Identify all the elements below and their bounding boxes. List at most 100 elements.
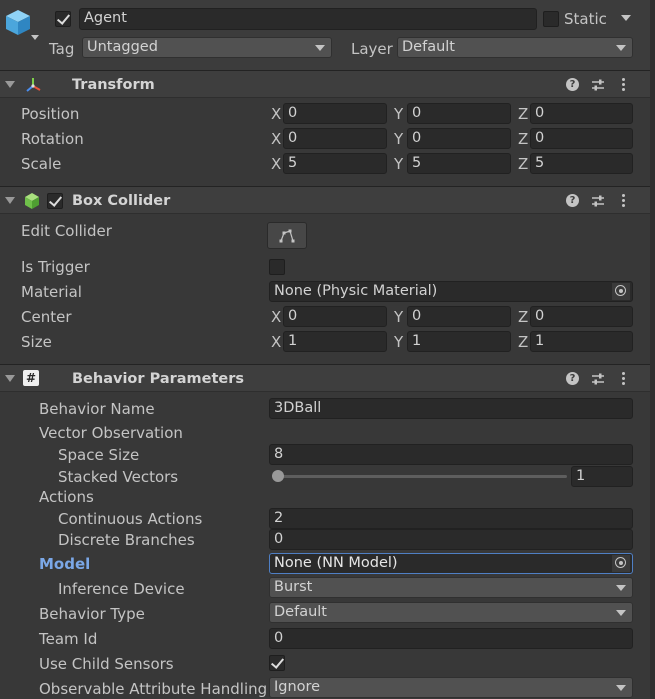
axis-z-label: Z [518,308,529,326]
static-label: Static [564,10,607,28]
box-collider-header[interactable]: Box Collider ? [0,186,655,214]
size-x-field[interactable]: 1 [283,331,387,352]
team-id-label: Team Id [39,630,98,648]
model-value: None (NN Model) [274,555,398,571]
position-x-value: 0 [288,105,298,121]
axis-x-label: X [271,333,282,351]
stacked-vectors-field[interactable]: 1 [571,466,633,487]
box-collider-enabled-checkbox[interactable] [47,193,63,209]
scale-y-field[interactable]: 5 [407,153,511,174]
team-id-field[interactable]: 0 [269,628,633,649]
box-collider-icon [25,193,39,209]
observable-attribute-value: Ignore [274,679,321,695]
rotation-x-field[interactable]: 0 [283,128,387,149]
center-z-value: 0 [535,308,545,324]
stacked-vectors-slider[interactable] [272,466,567,486]
behavior-parameters-header[interactable]: # Behavior Parameters ? [0,364,655,392]
actions-label: Actions [39,488,94,506]
center-label: Center [21,308,72,326]
rotation-y-field[interactable]: 0 [407,128,511,149]
vector-observation-label: Vector Observation [39,424,183,442]
static-checkbox[interactable] [543,11,559,27]
material-field[interactable]: None (Physic Material) [269,281,633,302]
help-icon[interactable]: ? [566,372,579,385]
behavior-type-value: Default [274,604,327,620]
transform-axes-icon [26,78,41,92]
axis-x-label: X [271,308,282,326]
continuous-actions-field[interactable]: 2 [269,508,633,529]
active-checkbox[interactable] [55,11,71,27]
size-y-value: 1 [412,333,422,349]
axis-x-label: X [271,105,282,123]
kebab-menu-icon[interactable] [622,372,625,387]
inference-device-dropdown[interactable]: Burst [269,577,633,598]
position-z-field[interactable]: 0 [530,103,633,124]
foldout-arrow-icon[interactable] [5,81,15,88]
position-y-field[interactable]: 0 [407,103,511,124]
layer-dropdown[interactable]: Default [397,37,633,58]
kebab-menu-icon[interactable] [622,194,625,209]
model-field[interactable]: None (NN Model) [269,553,633,574]
size-x-value: 1 [288,333,298,349]
center-x-value: 0 [288,308,298,324]
space-size-field[interactable]: 8 [269,444,633,465]
axis-z-label: Z [518,333,529,351]
slider-thumb[interactable] [272,470,284,482]
use-child-sensors-checkbox[interactable] [269,655,285,671]
scale-label: Scale [21,155,62,173]
is-trigger-checkbox[interactable] [269,259,285,275]
scale-z-field[interactable]: 5 [530,153,633,174]
use-child-sensors-label: Use Child Sensors [39,655,174,673]
presets-icon[interactable] [591,194,605,208]
model-label: Model [39,555,91,573]
team-id-value: 0 [274,630,284,646]
position-x-field[interactable]: 0 [283,103,387,124]
center-y-field[interactable]: 0 [407,306,511,327]
scale-x-field[interactable]: 5 [283,153,387,174]
script-hash-icon: # [23,370,39,386]
size-y-field[interactable]: 1 [407,331,511,352]
observable-attribute-dropdown[interactable]: Ignore [269,677,633,698]
behavior-type-dropdown[interactable]: Default [269,602,633,623]
transform-title: Transform [72,77,155,93]
behavior-parameters-title: Behavior Parameters [72,371,245,387]
icon-dropdown-arrow[interactable] [31,35,39,40]
rotation-z-field[interactable]: 0 [530,128,633,149]
gameobject-header: Agent Static Tag Untagged Layer Default [0,0,655,70]
size-z-field[interactable]: 1 [530,331,633,352]
discrete-branches-value: 0 [274,531,284,547]
presets-icon[interactable] [591,78,605,92]
material-value: None (Physic Material) [274,283,438,299]
discrete-branches-field[interactable]: 0 [269,529,633,550]
chevron-down-icon [616,685,626,691]
transform-header[interactable]: Transform ? [0,70,655,98]
static-dropdown-arrow[interactable] [621,15,631,21]
vertical-scrollbar[interactable] [650,0,655,699]
axis-y-label: Y [394,333,404,351]
axis-y-label: Y [394,105,404,123]
object-picker-icon[interactable] [612,555,630,572]
object-picker-icon[interactable] [612,283,630,300]
scale-y-value: 5 [412,155,422,171]
axis-y-label: Y [394,130,404,148]
size-label: Size [21,333,52,351]
behavior-name-value: 3DBall [274,400,322,416]
help-icon[interactable]: ? [566,194,579,207]
behavior-name-field[interactable]: 3DBall [269,398,633,419]
axis-z-label: Z [518,155,529,173]
kebab-menu-icon[interactable] [622,78,625,93]
presets-icon[interactable] [591,372,605,386]
rotation-z-value: 0 [535,130,545,146]
is-trigger-label: Is Trigger [21,258,90,276]
space-size-value: 8 [274,446,284,462]
foldout-arrow-icon[interactable] [5,375,15,382]
axis-x-label: X [271,155,282,173]
tag-dropdown[interactable]: Untagged [82,37,332,58]
help-icon[interactable]: ? [566,78,579,91]
center-z-field[interactable]: 0 [530,306,633,327]
foldout-arrow-icon[interactable] [5,197,15,204]
chevron-down-icon [315,45,325,51]
center-x-field[interactable]: 0 [283,306,387,327]
edit-collider-button[interactable] [267,222,307,249]
gameobject-name-field[interactable]: Agent [79,8,537,30]
